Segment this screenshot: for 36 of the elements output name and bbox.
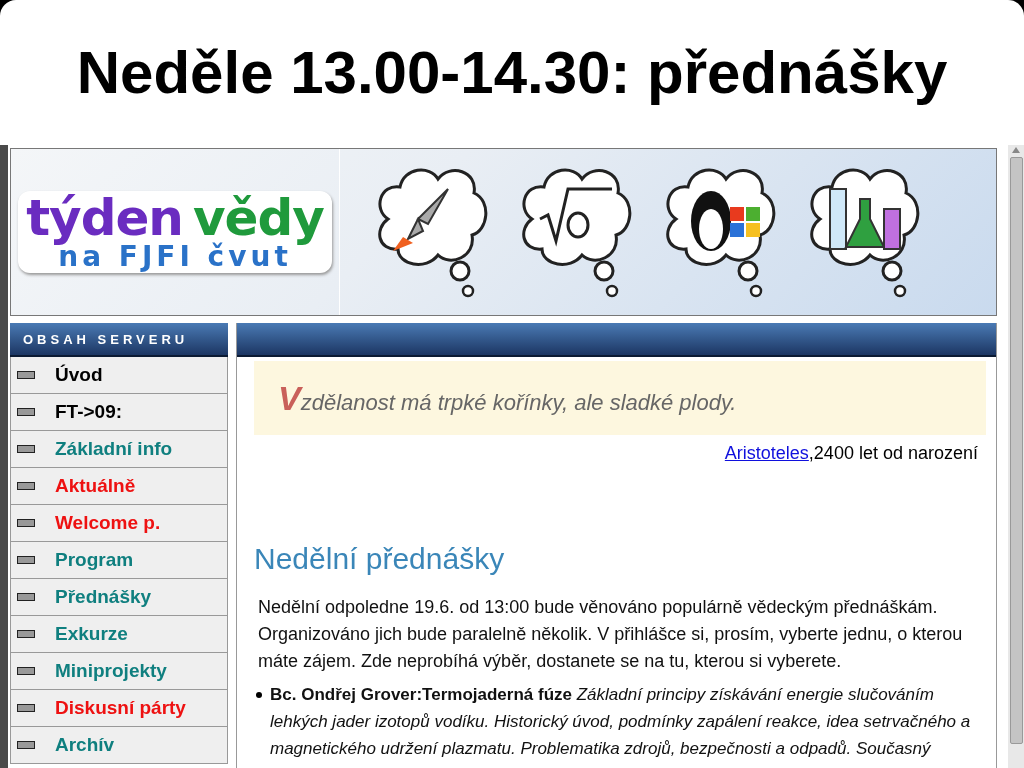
bullet-icon (17, 667, 35, 675)
menu-item[interactable]: Archív (10, 727, 228, 764)
logo-word: vědy (192, 193, 324, 243)
attribution-text: ,2400 let od narození (808, 443, 978, 464)
menu-item[interactable]: Diskusní párty (10, 690, 228, 727)
bullet-icon (17, 593, 35, 601)
bullet-icon (17, 519, 35, 527)
quote-text: Vzdělanost má trpké kořínky, ale sladké plody. (278, 378, 737, 418)
menu-item[interactable]: Úvod (10, 357, 228, 394)
intro-paragraph: Nedělní odpoledne 19.6. od 13:00 bude věnováno populárně vědeckým přednáškám. Organizováno jich bude paralelně několik. V přihlášce si, prosím, vyberte jednu, o kterou máte zájem. Zde neprobíhá výběr, dostanete se na tu, kterou si vyberete. (258, 596, 964, 673)
logo-word: týden (26, 193, 183, 243)
bullet-icon (17, 482, 35, 490)
bullet-icon (17, 371, 35, 379)
bullet-icon (17, 630, 35, 638)
author-link[interactable]: Aristoteles (724, 443, 809, 464)
menu-item[interactable]: FT->09: (10, 394, 228, 431)
bullet-icon (17, 556, 35, 564)
bullet-icon (17, 408, 35, 416)
menu-item[interactable]: Aktuálně (10, 468, 228, 505)
bullet-icon (17, 445, 35, 453)
menu-item[interactable]: Exkurze (10, 616, 228, 653)
bullet-icon (17, 704, 35, 712)
scrollbar[interactable] (1008, 145, 1024, 768)
menu-item[interactable]: Program (10, 542, 228, 579)
menu-item[interactable]: Základní info (10, 431, 228, 468)
menu-item[interactable]: Miniprojekty (10, 653, 228, 690)
menu-item[interactable]: Welcome p. (10, 505, 228, 542)
lecture-description: Bc. Ondřej Grover:Termojaderná fúze Základní principy získávání energie slučováním lehkých jader izotopů vodíku. Historický úvod, podmínky zapálení reakce, idea setrvačného a magnetického udržení plazmatu. Problematika zdrojů, bezpečnosti a odpadů. Současný (270, 684, 972, 760)
slide-title: Neděle 13.00-14.30: přednášky (76, 38, 948, 107)
bullet-icon (256, 692, 262, 698)
sidebar-heading: OBSAH SERVERU (22, 331, 189, 347)
bullet-icon (17, 741, 35, 749)
menu-item[interactable]: Přednášky (10, 579, 228, 616)
scroll-up-icon[interactable] (1012, 147, 1020, 153)
section-heading: Nedělní přednášky (254, 542, 506, 576)
scrollbar-thumb[interactable] (1009, 157, 1023, 744)
